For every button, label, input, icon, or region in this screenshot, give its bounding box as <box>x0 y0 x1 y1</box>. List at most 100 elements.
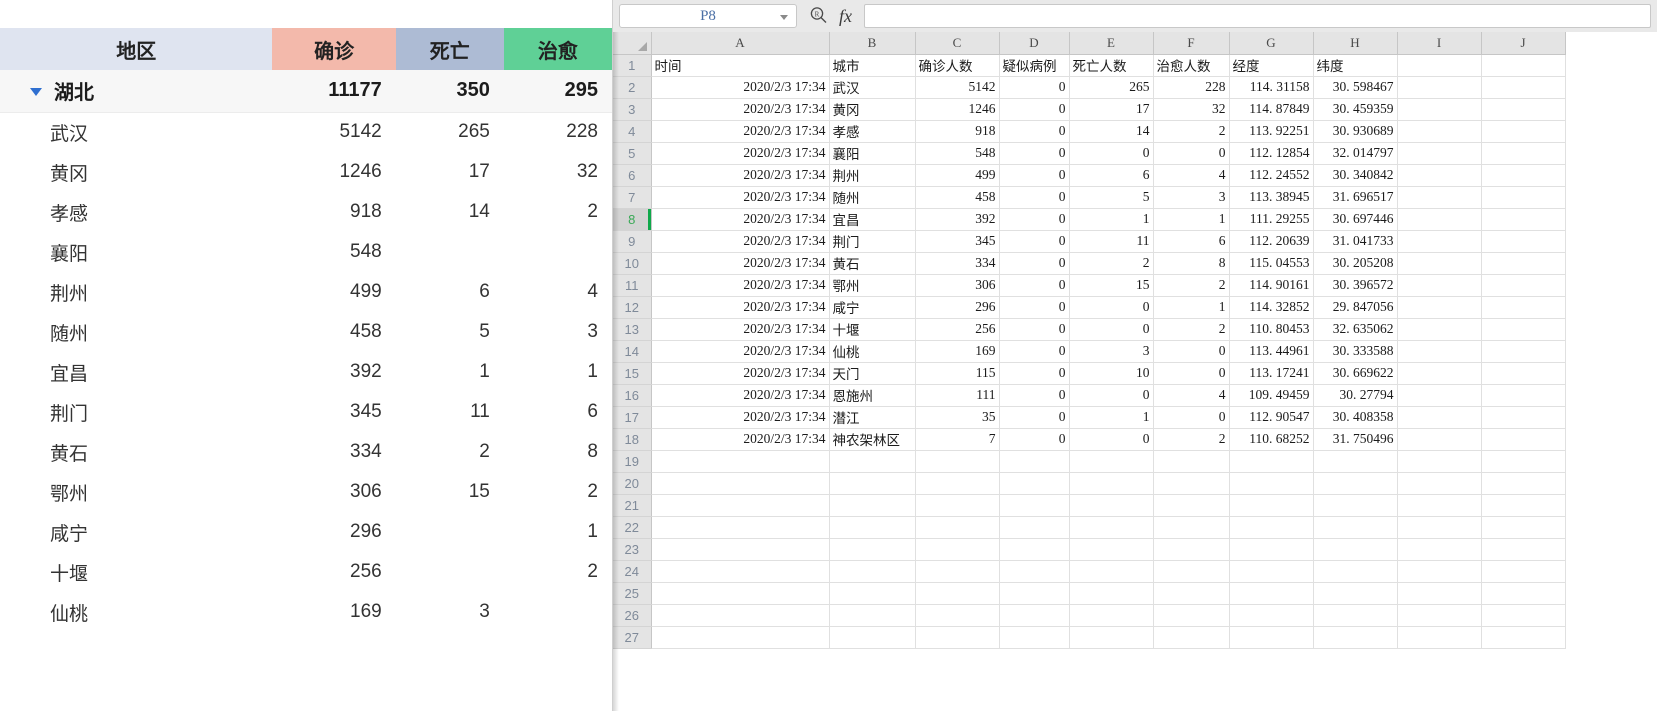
grid-row[interactable]: 8 2020/2/3 17:34 宜昌 392 0 1 1 111. 29255 30. 697… <box>613 208 1566 231</box>
grid-cell[interactable] <box>1397 120 1482 143</box>
grid-cell[interactable] <box>651 472 830 495</box>
select-all-corner[interactable] <box>613 32 652 55</box>
row-header-22[interactable]: 22 <box>613 516 652 539</box>
grid-cell[interactable]: 6 <box>1069 164 1154 187</box>
grid-row[interactable]: 18 2020/2/3 17:34 神农架林区 7 0 0 2 110. 68252 31. 7… <box>613 428 1566 451</box>
grid-cell[interactable]: 8 <box>1153 252 1230 275</box>
grid-cell[interactable] <box>1313 604 1398 627</box>
row-header-20[interactable]: 20 <box>613 472 652 495</box>
grid-cell[interactable]: 0 <box>999 274 1070 297</box>
grid-cell[interactable]: 2020/2/3 17:34 <box>651 274 830 297</box>
column-header-d[interactable]: D <box>999 32 1070 55</box>
grid-cell[interactable] <box>1069 582 1154 605</box>
grid-cell[interactable] <box>915 582 1000 605</box>
grid-row[interactable]: 14 2020/2/3 17:34 仙桃 169 0 3 0 113. 44961 30. 33… <box>613 340 1566 363</box>
grid-cell[interactable] <box>1397 340 1482 363</box>
grid-cell[interactable] <box>1313 450 1398 473</box>
grid-cell[interactable] <box>1313 494 1398 517</box>
grid-cell[interactable]: 112. 90547 <box>1229 406 1314 429</box>
grid-cell[interactable] <box>1481 516 1566 539</box>
grid-cell[interactable] <box>1397 604 1482 627</box>
grid-cell[interactable] <box>1481 472 1566 495</box>
grid-cell[interactable] <box>1481 230 1566 253</box>
grid-cell[interactable] <box>1153 538 1230 561</box>
grid-cell[interactable]: 112. 24552 <box>1229 164 1314 187</box>
grid-cell[interactable]: 32. 014797 <box>1313 142 1398 165</box>
row-header-1[interactable]: 1 <box>613 54 652 77</box>
grid-cell[interactable]: 纬度 <box>1313 54 1398 77</box>
grid-cell[interactable]: 0 <box>999 120 1070 143</box>
grid-row[interactable]: 3 2020/2/3 17:34 黄冈 1246 0 17 32 114. 87849 30. … <box>613 98 1566 121</box>
grid-cell[interactable] <box>1397 186 1482 209</box>
grid-row[interactable]: 16 2020/2/3 17:34 恩施州 111 0 0 4 109. 49459 30. 2… <box>613 384 1566 407</box>
grid-cell[interactable] <box>1481 208 1566 231</box>
grid-cell[interactable] <box>1313 560 1398 583</box>
grid-cell[interactable] <box>1229 604 1314 627</box>
stats-city-row[interactable]: 黄冈 1246 17 32 <box>0 152 612 192</box>
grid-cell[interactable]: 天门 <box>829 362 916 385</box>
grid-cell[interactable] <box>1397 230 1482 253</box>
grid-cell[interactable]: 3 <box>1069 340 1154 363</box>
grid-cell[interactable] <box>829 582 916 605</box>
grid-cell[interactable]: 随州 <box>829 186 916 209</box>
grid-cell[interactable]: 113. 17241 <box>1229 362 1314 385</box>
grid-cell[interactable]: 110. 80453 <box>1229 318 1314 341</box>
stats-city-row[interactable]: 宜昌 392 1 1 <box>0 352 612 392</box>
grid-cell[interactable]: 14 <box>1069 120 1154 143</box>
grid-cell[interactable]: 经度 <box>1229 54 1314 77</box>
stats-city-row[interactable]: 荆州 499 6 4 <box>0 272 612 312</box>
grid-cell[interactable]: 0 <box>999 76 1070 99</box>
grid-cell[interactable] <box>1397 472 1482 495</box>
grid-cell[interactable]: 1 <box>1069 406 1154 429</box>
grid-cell[interactable]: 2020/2/3 17:34 <box>651 252 830 275</box>
grid-cell[interactable]: 2 <box>1153 274 1230 297</box>
grid-cell[interactable]: 5 <box>1069 186 1154 209</box>
grid-cell[interactable] <box>915 604 1000 627</box>
grid-cell[interactable]: 2 <box>1153 428 1230 451</box>
grid-cell[interactable]: 0 <box>1153 406 1230 429</box>
grid-cell[interactable] <box>1481 560 1566 583</box>
grid-cell[interactable]: 392 <box>915 208 1000 231</box>
grid-cell[interactable]: 458 <box>915 186 1000 209</box>
grid-cell[interactable]: 30. 333588 <box>1313 340 1398 363</box>
grid-row[interactable]: 5 2020/2/3 17:34 襄阳 548 0 0 0 112. 12854 32. 014… <box>613 142 1566 165</box>
stats-city-row[interactable]: 荆门 345 11 6 <box>0 392 612 432</box>
grid-cell[interactable]: 咸宁 <box>829 296 916 319</box>
stats-header-region[interactable]: 地区 <box>0 28 273 70</box>
grid-cell[interactable]: 30. 205208 <box>1313 252 1398 275</box>
grid-cell[interactable]: 5142 <box>915 76 1000 99</box>
grid-cell[interactable]: 110. 68252 <box>1229 428 1314 451</box>
grid-cell[interactable]: 0 <box>1153 142 1230 165</box>
grid-cell[interactable]: 30. 459359 <box>1313 98 1398 121</box>
grid-cell[interactable]: 345 <box>915 230 1000 253</box>
grid-cell[interactable]: 0 <box>999 384 1070 407</box>
column-header-c[interactable]: C <box>915 32 1000 55</box>
grid-cell[interactable]: 115. 04553 <box>1229 252 1314 275</box>
grid-cell[interactable]: 2020/2/3 17:34 <box>651 186 830 209</box>
grid-cell[interactable] <box>915 472 1000 495</box>
row-header-6[interactable]: 6 <box>613 164 652 187</box>
grid-cell[interactable]: 武汉 <box>829 76 916 99</box>
grid-cell[interactable]: 2020/2/3 17:34 <box>651 164 830 187</box>
grid-cell[interactable]: 30. 396572 <box>1313 274 1398 297</box>
grid-cell[interactable] <box>1229 538 1314 561</box>
grid-cell[interactable]: 城市 <box>829 54 916 77</box>
stats-city-row[interactable]: 武汉 5142 265 228 <box>0 112 612 152</box>
grid-cell[interactable]: 确诊人数 <box>915 54 1000 77</box>
grid-cell[interactable] <box>1397 296 1482 319</box>
stats-city-row[interactable]: 鄂州 306 15 2 <box>0 472 612 512</box>
grid-cell[interactable] <box>651 516 830 539</box>
grid-cell[interactable] <box>1397 516 1482 539</box>
grid-cell[interactable] <box>1397 494 1482 517</box>
grid-cell[interactable]: 荆州 <box>829 164 916 187</box>
grid-cell[interactable]: 7 <box>915 428 1000 451</box>
grid-cell[interactable]: 黄石 <box>829 252 916 275</box>
grid-cell[interactable] <box>651 450 830 473</box>
row-header-23[interactable]: 23 <box>613 538 652 561</box>
grid-cell[interactable] <box>1481 186 1566 209</box>
row-header-25[interactable]: 25 <box>613 582 652 605</box>
grid-cell[interactable] <box>1397 406 1482 429</box>
stats-city-row[interactable]: 随州 458 5 3 <box>0 312 612 352</box>
grid-cell[interactable]: 1 <box>1153 296 1230 319</box>
grid-cell[interactable] <box>1481 296 1566 319</box>
